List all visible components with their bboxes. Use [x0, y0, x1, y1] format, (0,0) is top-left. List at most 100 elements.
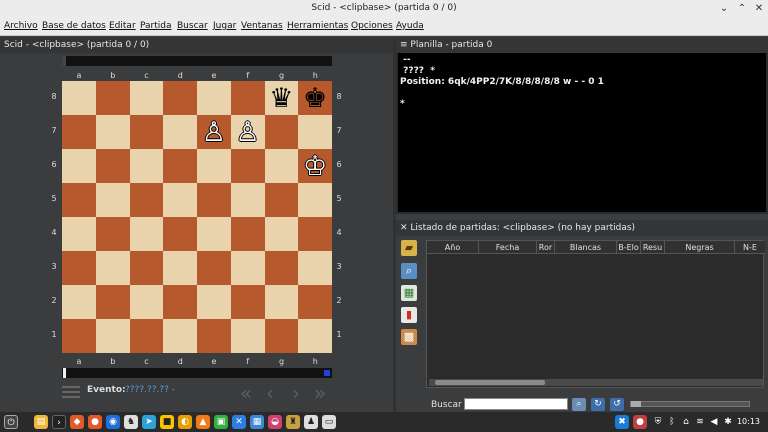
- firefox-icon[interactable]: ●: [88, 415, 102, 429]
- square-e2[interactable]: [197, 285, 231, 319]
- game-list-close-icon[interactable]: ✕: [400, 223, 408, 233]
- vscode-icon[interactable]: ✕: [232, 415, 246, 429]
- table-icon[interactable]: ▦: [401, 285, 417, 301]
- square-f2[interactable]: [230, 285, 265, 319]
- chess-app-icon[interactable]: ♞: [124, 415, 138, 429]
- move-progress-bar[interactable]: [62, 368, 332, 378]
- square-g3[interactable]: [264, 251, 299, 285]
- square-f4[interactable]: [230, 217, 265, 251]
- planilla-text[interactable]: -- ???? * Position: 6qk/4PP2/7K/8/8/8/8/…: [398, 53, 766, 212]
- square-g1[interactable]: [264, 319, 299, 353]
- square-g8[interactable]: ♛: [264, 81, 299, 115]
- app-icon[interactable]: ◉: [106, 415, 120, 429]
- search-reset-icon[interactable]: ↺: [610, 398, 624, 411]
- square-c2[interactable]: [129, 285, 164, 319]
- col-ano[interactable]: Año: [427, 241, 479, 254]
- square-e6[interactable]: [197, 149, 231, 183]
- square-b5[interactable]: [95, 183, 130, 217]
- square-g2[interactable]: [264, 285, 299, 319]
- square-f8[interactable]: [230, 81, 265, 115]
- square-b4[interactable]: [95, 217, 130, 251]
- square-d1[interactable]: [163, 319, 197, 353]
- col-ronda[interactable]: Ror: [537, 241, 555, 254]
- square-c1[interactable]: [129, 319, 164, 353]
- square-e7[interactable]: ♙: [197, 115, 231, 149]
- square-a1[interactable]: [62, 319, 96, 353]
- minimize-button[interactable]: ⌄: [718, 3, 730, 15]
- app5-icon[interactable]: ▦: [250, 415, 264, 429]
- app3-icon[interactable]: ▲: [196, 415, 210, 429]
- piece-g8[interactable]: ♛: [265, 81, 299, 115]
- square-g4[interactable]: [264, 217, 299, 251]
- search-input[interactable]: [464, 398, 568, 410]
- square-b6[interactable]: [95, 149, 130, 183]
- network-icon[interactable]: ⌂: [679, 415, 693, 429]
- tray-x-icon[interactable]: ✖: [615, 415, 629, 429]
- square-e8[interactable]: [197, 81, 231, 115]
- square-d4[interactable]: [163, 217, 197, 251]
- square-b1[interactable]: [95, 319, 130, 353]
- tray-red-icon[interactable]: ●: [633, 415, 647, 429]
- col-resultado[interactable]: Resu: [641, 241, 665, 254]
- menu-icon[interactable]: [62, 386, 80, 398]
- event-value[interactable]: ????.??.?? -: [125, 385, 175, 395]
- app7-icon[interactable]: ♟: [304, 415, 318, 429]
- volume-icon[interactable]: ◀: [707, 415, 721, 429]
- square-a4[interactable]: [62, 217, 96, 251]
- first-move-icon[interactable]: «: [240, 381, 252, 405]
- next-move-icon[interactable]: ›: [292, 381, 300, 405]
- files-icon[interactable]: ▤: [34, 415, 48, 429]
- search-slider[interactable]: [630, 401, 750, 407]
- stats-icon[interactable]: ▮: [401, 307, 417, 323]
- square-d5[interactable]: [163, 183, 197, 217]
- game-list-hscrollbar[interactable]: [429, 379, 763, 386]
- bluetooth-icon[interactable]: ᛒ: [665, 415, 679, 429]
- browser-icon[interactable]: ◆: [70, 415, 84, 429]
- game-list-table[interactable]: Año Fecha Ror Blancas B-Elo Resu Negras …: [426, 240, 765, 388]
- square-a2[interactable]: [62, 285, 96, 319]
- clock[interactable]: 10:13: [737, 417, 760, 426]
- piece-e7[interactable]: ♙: [197, 115, 231, 149]
- square-h4[interactable]: [298, 217, 332, 251]
- square-b7[interactable]: [95, 115, 130, 149]
- square-a5[interactable]: [62, 183, 96, 217]
- tray-shield-icon[interactable]: ⛨: [651, 415, 665, 429]
- square-e4[interactable]: [197, 217, 231, 251]
- square-h1[interactable]: [298, 319, 332, 353]
- col-b-elo[interactable]: B-Elo: [617, 241, 641, 254]
- square-e3[interactable]: [197, 251, 231, 285]
- square-a6[interactable]: [62, 149, 96, 183]
- app8-icon[interactable]: ▭: [322, 415, 336, 429]
- prev-move-icon[interactable]: ‹: [266, 381, 274, 405]
- square-e5[interactable]: [197, 183, 231, 217]
- square-c7[interactable]: [129, 115, 164, 149]
- settings-icon[interactable]: ✱: [721, 415, 735, 429]
- close-button[interactable]: ✕: [753, 3, 765, 15]
- menu-ayuda[interactable]: Ayuda: [396, 21, 424, 31]
- square-c6[interactable]: [129, 149, 164, 183]
- square-d6[interactable]: [163, 149, 197, 183]
- maximize-button[interactable]: ⌃: [736, 3, 748, 15]
- menu-herramientas[interactable]: Herramientas: [287, 21, 348, 31]
- app6-icon[interactable]: ◒: [268, 415, 282, 429]
- chess-board[interactable]: ♛ ♚ ♙ ♙ ♔: [62, 81, 332, 353]
- square-g6[interactable]: [264, 149, 299, 183]
- menu-base-de-datos[interactable]: Base de datos: [42, 21, 106, 31]
- square-a3[interactable]: [62, 251, 96, 285]
- square-b8[interactable]: [95, 81, 130, 115]
- menu-editar[interactable]: Editar: [109, 21, 136, 31]
- square-b2[interactable]: [95, 285, 130, 319]
- col-blancas[interactable]: Blancas: [555, 241, 617, 254]
- piece-h6[interactable]: ♔: [298, 149, 332, 183]
- piece-h8[interactable]: ♚: [298, 81, 332, 115]
- menu-partida[interactable]: Partida: [140, 21, 172, 31]
- square-h2[interactable]: [298, 285, 332, 319]
- square-f5[interactable]: [230, 183, 265, 217]
- menu-jugar[interactable]: Jugar: [213, 21, 236, 31]
- start-menu-icon[interactable]: ⏻: [4, 415, 18, 429]
- square-h6[interactable]: ♔: [298, 149, 332, 183]
- square-h8[interactable]: ♚: [298, 81, 332, 115]
- square-c5[interactable]: [129, 183, 164, 217]
- square-h3[interactable]: [298, 251, 332, 285]
- menu-buscar[interactable]: Buscar: [177, 21, 208, 31]
